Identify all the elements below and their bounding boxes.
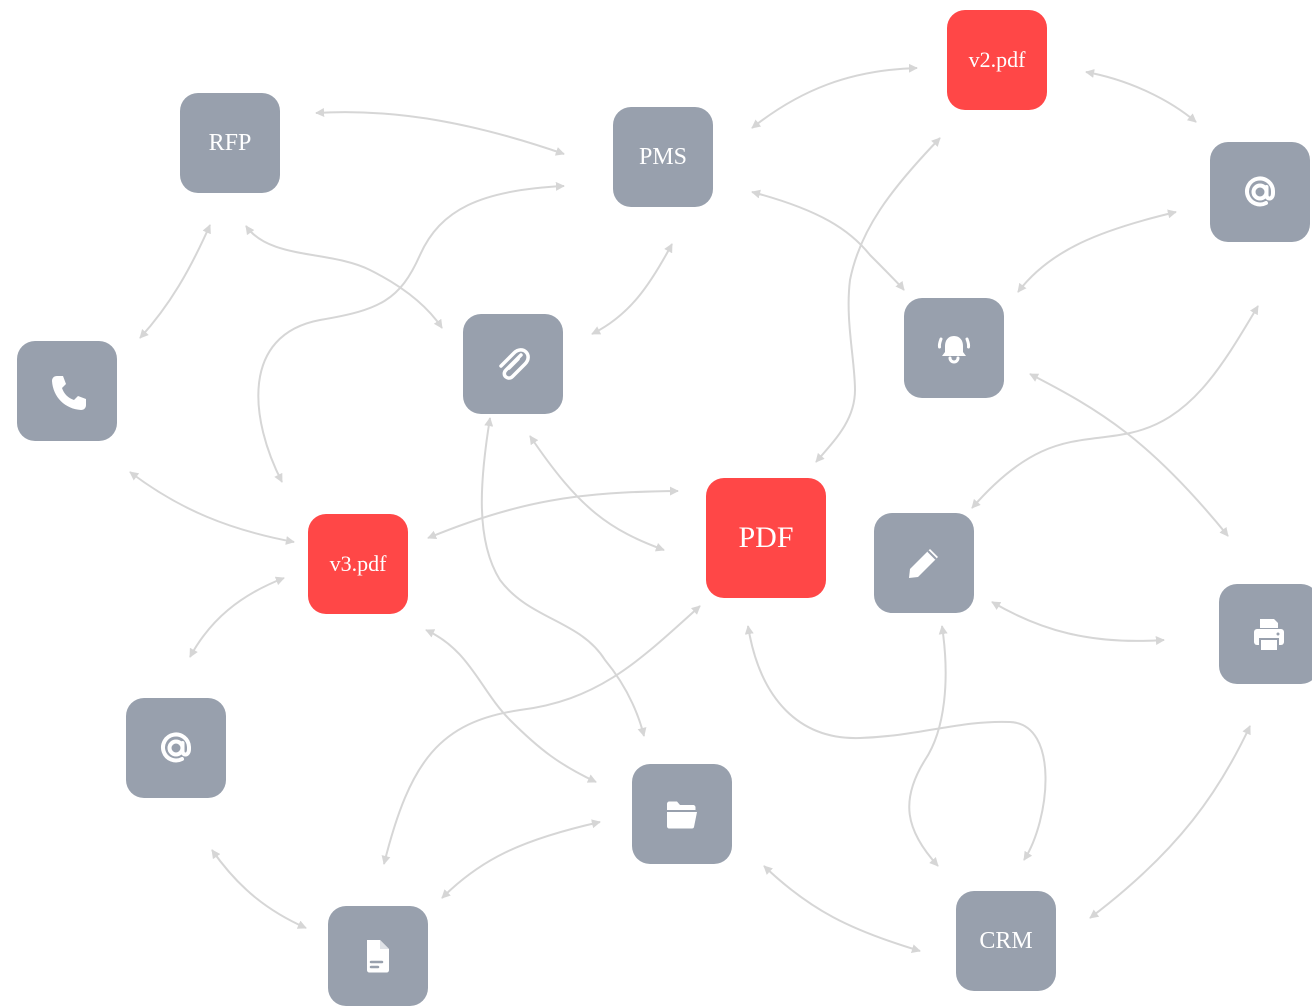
pencil-icon [909, 549, 938, 578]
edge-pencil-printer [991, 601, 1165, 646]
edge-bell-printer [1029, 373, 1229, 537]
edge-phone-v3pdf [129, 471, 295, 545]
edge-v3pdf-at-left [189, 576, 285, 658]
at-sign-icon [161, 732, 191, 763]
edge-at-top-right-bell [1017, 209, 1177, 293]
edge-pencil-crm [908, 625, 948, 867]
pms-node[interactable]: PMS [613, 107, 713, 207]
edge-rfp-attachment [245, 225, 443, 329]
pdf-label: PDF [738, 521, 794, 554]
bell-node[interactable] [904, 298, 1004, 398]
edge-folder-crm [763, 865, 921, 953]
pdf-node[interactable]: PDF [706, 478, 826, 598]
crm-node[interactable]: CRM [956, 891, 1056, 991]
printer-node[interactable] [1219, 584, 1312, 684]
edge-at-left-document [211, 849, 307, 929]
v3-pdf-label: v3.pdf [329, 551, 387, 576]
rfp-node[interactable]: RFP [180, 93, 280, 193]
edge-v3pdf-folder [425, 629, 597, 783]
edge-rfp-pms [315, 108, 565, 156]
edge-pms-v2pdf [751, 63, 918, 129]
document-icon [367, 940, 389, 973]
phone-icon [52, 376, 86, 410]
edge-rfp-phone [139, 224, 211, 339]
edge-printer-crm [1089, 725, 1251, 919]
edge-v3pdf-pdf [427, 486, 679, 540]
phone-node[interactable] [17, 341, 117, 441]
edge-pdf-crm [744, 625, 1047, 861]
document-node[interactable] [328, 906, 428, 1006]
edge-v2pdf-at-top-right [1085, 69, 1197, 123]
crm-label: CRM [979, 927, 1033, 954]
email-node-left[interactable] [126, 698, 226, 798]
folder-node[interactable] [632, 764, 732, 864]
email-node-top-right[interactable] [1210, 142, 1310, 242]
bell-icon [937, 336, 971, 364]
v3-pdf-node[interactable]: v3.pdf [308, 514, 408, 614]
edge-document-folder [441, 819, 601, 899]
edit-node[interactable] [874, 513, 974, 613]
network-diagram: RFP PMS v2.pdf v3.pdf PDF CRM [0, 0, 1312, 1007]
at-sign-icon [1245, 176, 1275, 207]
printer-icon [1254, 619, 1284, 652]
edge-attachment-folder [480, 417, 647, 737]
v2-pdf-node[interactable]: v2.pdf [947, 10, 1047, 110]
v2-pdf-label: v2.pdf [968, 47, 1026, 72]
edge-attachment-pdf [529, 435, 665, 552]
edge-pms-attachment [591, 243, 673, 335]
paperclip-icon [499, 348, 530, 380]
edge-at-top-right-pencil [971, 305, 1259, 509]
attachment-node[interactable] [463, 314, 563, 414]
pms-label: PMS [638, 143, 688, 170]
folder-icon [667, 801, 697, 829]
rfp-label: RFP [208, 129, 252, 156]
